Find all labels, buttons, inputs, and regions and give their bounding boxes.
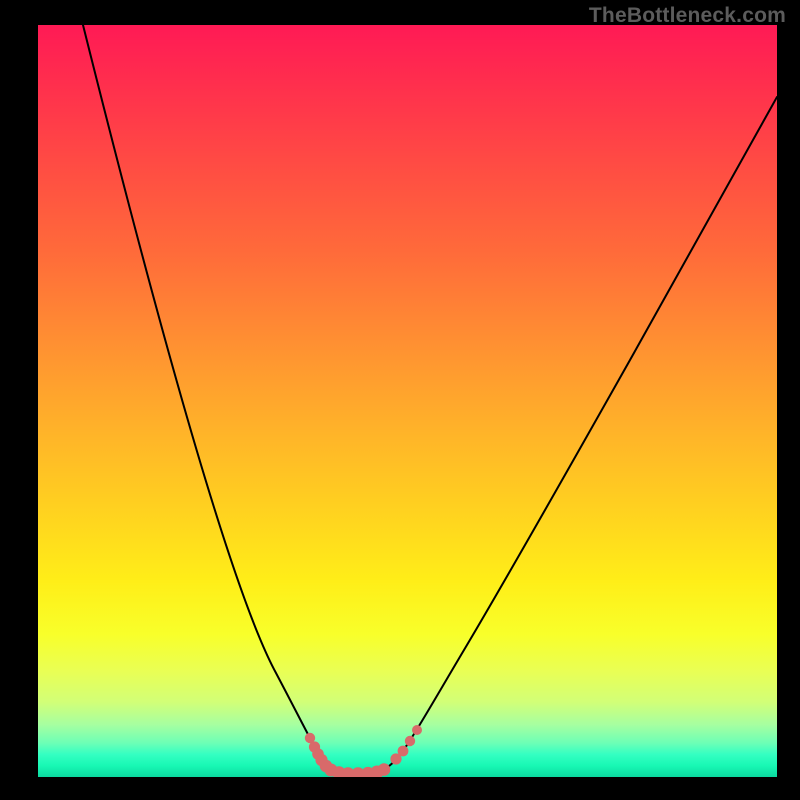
curve-markers-left — [305, 733, 391, 777]
chart-frame: TheBottleneck.com — [0, 0, 800, 800]
curve-marker — [378, 763, 391, 776]
bottleneck-curve — [83, 25, 777, 774]
curve-marker — [405, 736, 415, 746]
curve-marker — [398, 746, 409, 757]
watermark-text: TheBottleneck.com — [589, 4, 786, 28]
plot-area — [38, 25, 777, 777]
bottleneck-curve-layer — [38, 25, 777, 777]
curve-marker — [412, 725, 422, 735]
